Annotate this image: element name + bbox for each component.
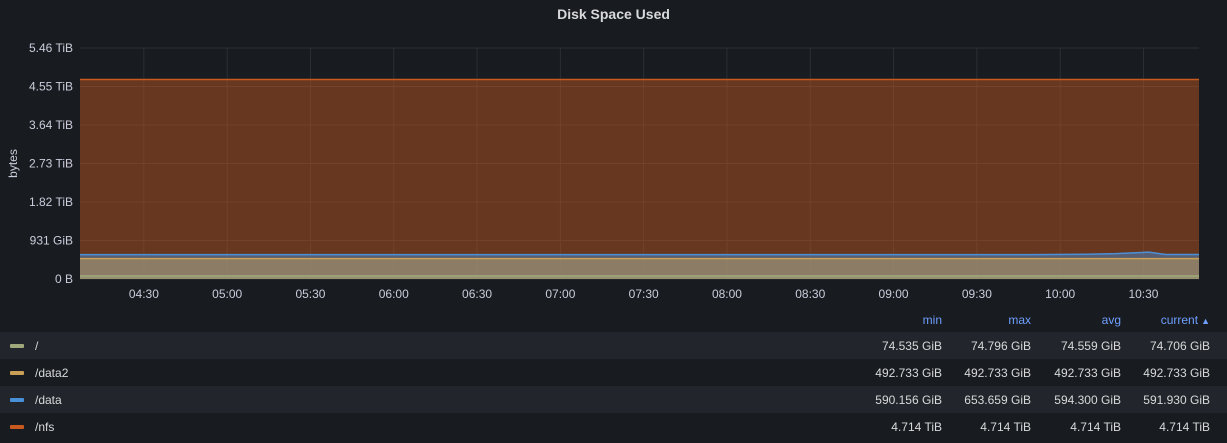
legend-row-root[interactable]: / 74.535 GiB 74.796 GiB 74.559 GiB 74.70… [0, 332, 1227, 359]
legend-row-data2[interactable]: /data2 492.733 GiB 492.733 GiB 492.733 G… [0, 359, 1227, 386]
series-color-swatch[interactable] [10, 343, 24, 348]
x-tick-label: 10:30 [1128, 287, 1158, 301]
series-color-swatch[interactable] [10, 370, 24, 375]
series-avg: 492.733 GiB [1054, 365, 1121, 380]
x-tick-label: 04:30 [129, 287, 159, 301]
legend-header-max[interactable]: max [941, 313, 1031, 327]
series-max: 492.733 GiB [964, 365, 1031, 380]
legend-header-avg[interactable]: avg [1031, 313, 1121, 327]
y-axis-label: bytes [6, 149, 20, 178]
series-current: 492.733 GiB [1143, 365, 1210, 380]
x-tick-label: 08:30 [795, 287, 825, 301]
series-color-swatch[interactable] [10, 424, 24, 429]
series-name[interactable]: / [35, 339, 38, 353]
x-tick-label: 05:30 [295, 287, 325, 301]
y-tick-label: 5.46 TiB [29, 41, 73, 55]
y-tick-label: 4.55 TiB [29, 80, 73, 94]
series-area-nfs[interactable] [80, 79, 1199, 279]
series-avg: 4.714 TiB [1070, 419, 1121, 434]
series-color-swatch[interactable] [10, 397, 24, 402]
y-tick-label: 2.73 TiB [29, 157, 73, 171]
legend-row-nfs[interactable]: /nfs 4.714 TiB 4.714 TiB 4.714 TiB 4.714… [0, 413, 1227, 440]
legend-header-current[interactable]: current ▲ [1120, 313, 1210, 327]
series-current: 591.930 GiB [1143, 392, 1210, 407]
series-min: 74.535 GiB [881, 338, 942, 353]
series-current: 4.714 TiB [1159, 419, 1210, 434]
x-tick-label: 09:00 [879, 287, 909, 301]
series-current: 74.706 GiB [1149, 338, 1210, 353]
panel-title[interactable]: Disk Space Used [0, 6, 1227, 22]
series-avg: 594.300 GiB [1054, 392, 1121, 407]
chart-area[interactable]: 0 B 931 GiB 1.82 TiB 2.73 TiB 3.64 TiB 4.55 T… [0, 0, 1227, 306]
x-tick-label: 05:00 [212, 287, 242, 301]
y-tick-label: 3.64 TiB [29, 118, 73, 132]
legend-header-current-label[interactable]: current [1161, 313, 1198, 327]
series-name[interactable]: /nfs [35, 420, 54, 434]
series-name[interactable]: /data [35, 393, 62, 407]
y-tick-label: 931 GiB [30, 234, 73, 248]
x-tick-label: 07:30 [629, 287, 659, 301]
series-min: 4.714 TiB [891, 419, 942, 434]
series-name[interactable]: /data2 [35, 366, 68, 380]
y-tick-label: 0 B [55, 272, 73, 286]
legend-header: min max avg current ▲ [0, 308, 1227, 332]
x-tick-label: 06:30 [462, 287, 492, 301]
x-tick-label: 10:00 [1045, 287, 1075, 301]
chevron-up-icon: ▲ [1201, 316, 1210, 326]
x-tick-label: 08:00 [712, 287, 742, 301]
legend-header-min[interactable]: min [852, 313, 942, 327]
series-max: 4.714 TiB [980, 419, 1031, 434]
legend-table: min max avg current ▲ / 74.535 GiB 74.796… [0, 308, 1227, 440]
legend-row-data[interactable]: /data 590.156 GiB 653.659 GiB 594.300 Gi… [0, 386, 1227, 413]
y-tick-label: 1.82 TiB [29, 195, 73, 209]
series-min: 590.156 GiB [875, 392, 942, 407]
disk-space-panel: 0 B 931 GiB 1.82 TiB 2.73 TiB 3.64 TiB 4.55 T… [0, 0, 1227, 443]
series-avg: 74.559 GiB [1060, 338, 1121, 353]
x-tick-label: 07:00 [545, 287, 575, 301]
series-min: 492.733 GiB [875, 365, 942, 380]
x-tick-label: 06:00 [379, 287, 409, 301]
series-max: 74.796 GiB [970, 338, 1031, 353]
x-tick-label: 09:30 [962, 287, 992, 301]
series-max: 653.659 GiB [964, 392, 1031, 407]
